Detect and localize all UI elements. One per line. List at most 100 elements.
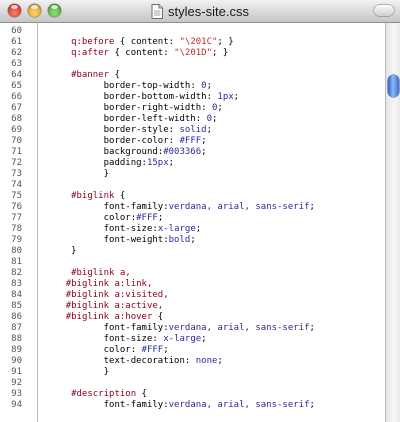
line-number: 88 [11,334,22,344]
code-line[interactable]: text-decoration: none; [44,356,384,367]
line-number: 75 [11,191,22,201]
code-token-val: #FFF [141,345,164,355]
code-line[interactable]: border-top-width: 0; [44,81,384,92]
code-token-prop: font-family [103,202,164,212]
line-number: 84 [11,290,22,300]
line-number: 89 [11,345,22,355]
code-line[interactable]: font-size:x-large; [44,224,384,235]
code-token-punc: } [103,367,110,377]
code-token-prop: font-size [103,334,153,344]
code-token-val: verdana, arial, sans-serif [168,400,310,410]
code-token-prop: border-top-width [103,81,191,91]
line-number: 64 [11,70,22,80]
scroll-thumb[interactable] [388,75,399,97]
code-line[interactable]: border-color: #FFF; [44,136,384,147]
code-token-val: solid [179,125,207,135]
code-line[interactable]: font-family:verdana, arial, sans-serif; [44,323,384,334]
line-number: 69 [11,125,22,135]
code-token-prop: padding [103,158,142,168]
code-token-punc: { [109,48,126,58]
code-token-prop: border-bottom-width [103,92,207,102]
code-token-punc: ; [212,114,218,124]
code-line[interactable]: #biglink a:hover { [44,312,384,323]
code-token-punc: : [201,103,212,113]
code-token-str: "\201D" [174,48,213,58]
code-line[interactable]: } [44,169,384,180]
code-line[interactable]: q:before { content: "\201C"; } [44,37,384,48]
line-number-gutter: 60 61 62 63 64 65 66 67 68 69 70 71 72 73 74 75 76 77 78 79… [0,23,38,422]
line-number: 65 [11,81,22,91]
code-line[interactable] [44,180,384,191]
code-token-punc: : [130,345,142,355]
code-token-punc: ; [195,224,202,234]
code-line[interactable]: #description { [44,389,384,400]
line-number: 81 [11,257,22,267]
code-line[interactable]: #banner { [44,70,384,81]
code-line[interactable]: font-size: x-large; [44,334,384,345]
code-line[interactable]: border-style: solid; [44,125,384,136]
line-number: 73 [11,169,22,179]
title-bar[interactable]: styles-site.css [0,0,400,23]
code-line[interactable]: } [44,246,384,257]
code-line[interactable]: #biglink a, [44,268,384,279]
line-number: 72 [11,158,22,168]
code-token-sel: #biglink a:active, [65,301,164,311]
code-line[interactable]: font-family:verdana, arial, sans-serif; [44,400,384,411]
code-token-prop: content [130,37,169,47]
code-line[interactable]: font-family:verdana, arial, sans-serif; [44,202,384,213]
code-token-sel: q:after [71,48,110,58]
code-token-prop: font-size [103,224,153,234]
line-number: 78 [11,224,22,234]
code-line[interactable]: border-right-width: 0; [44,103,384,114]
line-number: 83 [11,279,22,289]
code-line[interactable]: border-bottom-width: 1px; [44,92,384,103]
code-line[interactable]: } [44,367,384,378]
code-token-punc: ; [309,202,315,212]
vertical-scrollbar[interactable] [385,23,400,422]
code-line[interactable]: q:after { content: "\201D"; } [44,48,384,59]
code-line[interactable]: background:#003366; [44,147,384,158]
code-token-sel: #banner [71,70,110,80]
code-line[interactable]: border-left-width: 0; [44,114,384,125]
code-line[interactable]: color:#FFF; [44,213,384,224]
code-token-punc: ; [217,356,223,366]
line-number: 74 [11,180,22,190]
code-line[interactable] [44,378,384,389]
code-token-punc: { [109,70,120,80]
line-number: 86 [11,312,22,322]
code-line[interactable] [44,257,384,268]
code-line[interactable]: padding:15px; [44,158,384,169]
code-line[interactable]: #biglink a:visited, [44,290,384,301]
code-line[interactable] [44,26,384,37]
code-line[interactable]: #biglink { [44,191,384,202]
code-text-area[interactable]: q:before { content: "\201C"; } q:after {… [44,26,384,411]
toolbar-toggle-button[interactable] [374,5,394,16]
code-token-val: bold [168,235,191,245]
code-line[interactable]: font-weight:bold; [44,235,384,246]
code-editor[interactable]: 60 61 62 63 64 65 66 67 68 69 70 71 72 73 74 75 76 77 78 79… [0,23,385,422]
code-token-punc: : [195,114,207,124]
code-token-punc: ; [233,92,240,102]
line-number: 90 [11,356,22,366]
code-line[interactable]: #biglink a:active, [44,301,384,312]
code-token-punc: ; [190,235,196,245]
code-line[interactable]: #biglink a:link, [44,279,384,290]
code-line[interactable] [44,59,384,70]
document-icon [151,4,164,19]
line-number: 85 [11,301,22,311]
code-token-prop: color [103,213,131,223]
code-line[interactable]: color: #FFF; [44,345,384,356]
code-token-val: #003366 [163,147,202,157]
